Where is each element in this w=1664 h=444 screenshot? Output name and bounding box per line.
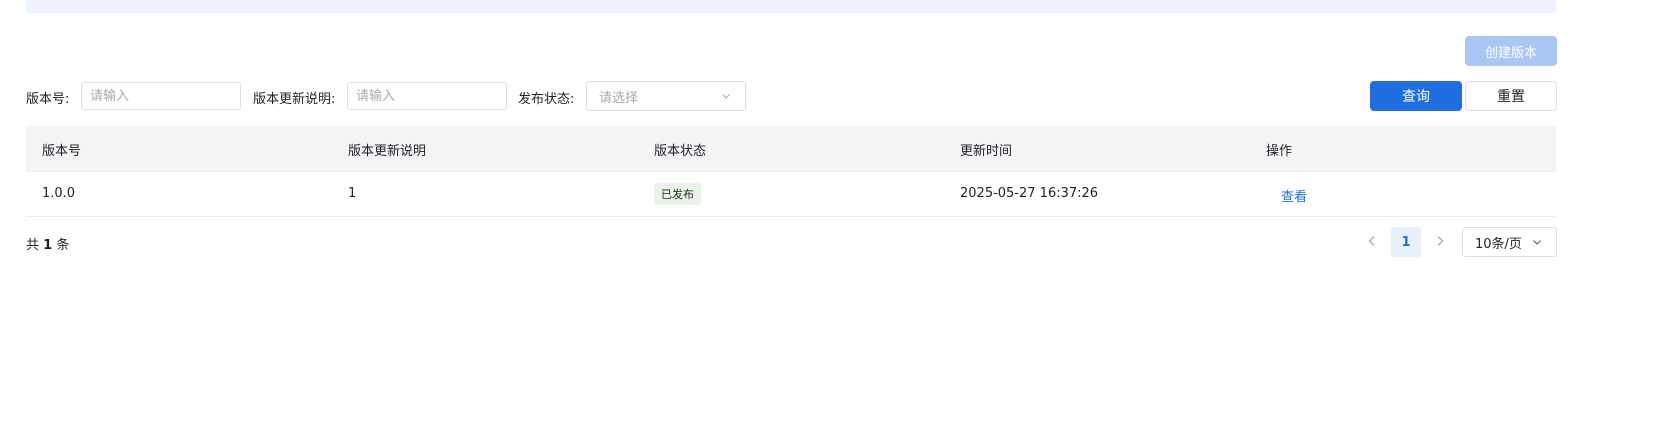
total-count: 共 1 条 — [26, 234, 69, 253]
chevron-right-icon[interactable] — [1433, 234, 1447, 248]
total-suffix: 条 — [56, 238, 70, 253]
reset-button[interactable]: 重置 — [1465, 81, 1557, 111]
header-description: 版本更新说明 — [348, 144, 427, 159]
status-select[interactable]: 请选择 — [586, 81, 746, 111]
total-number: 1 — [43, 238, 53, 253]
description-filter-label: 版本更新说明: — [253, 92, 336, 107]
page-size-value: 10条/页 — [1475, 236, 1522, 252]
chevron-down-icon — [722, 94, 730, 99]
version-filter-label: 版本号: — [26, 92, 70, 107]
chevron-down-icon — [1533, 240, 1541, 245]
table-header: 版本号 版本更新说明 版本状态 更新时间 操作 — [26, 126, 1556, 172]
header-version: 版本号 — [42, 144, 82, 159]
page-size-select[interactable]: 10条/页 — [1462, 227, 1557, 257]
chevron-left-icon[interactable] — [1365, 234, 1379, 248]
version-management-page: 创建版本 版本号: 版本更新说明: 发布状态: 请选择 查询 重置 版本号 版本… — [0, 0, 1664, 444]
create-version-button[interactable]: 创建版本 — [1465, 36, 1557, 66]
query-button[interactable]: 查询 — [1370, 81, 1462, 111]
view-link[interactable]: 查看 — [1281, 186, 1307, 205]
header-status: 版本状态 — [654, 144, 707, 159]
description-input[interactable] — [347, 82, 507, 110]
row-updated-at: 2025-05-27 16:37:26 — [960, 186, 1099, 201]
page-number-current[interactable]: 1 — [1391, 227, 1421, 257]
versions-table: 版本号 版本更新说明 版本状态 更新时间 操作 1.0.0 1 已发布 2025… — [26, 126, 1556, 217]
header-updated-at: 更新时间 — [960, 144, 1013, 159]
status-badge: 已发布 — [654, 183, 701, 205]
table-row: 1.0.0 1 已发布 2025-05-27 16:37:26 查看 — [26, 172, 1556, 217]
info-banner — [26, 0, 1556, 13]
status-filter-label: 发布状态: — [518, 92, 575, 107]
row-description: 1 — [348, 186, 357, 201]
row-version: 1.0.0 — [42, 186, 76, 201]
status-select-placeholder: 请选择 — [599, 90, 639, 106]
total-prefix: 共 — [26, 238, 40, 253]
header-action: 操作 — [1266, 144, 1293, 159]
version-input[interactable] — [81, 82, 241, 110]
